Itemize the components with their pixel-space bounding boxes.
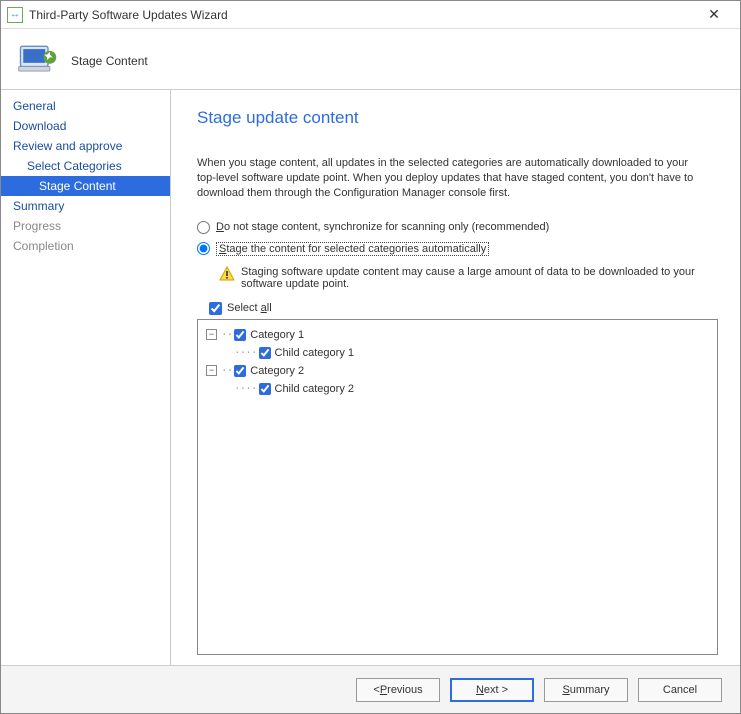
- tree-label-child1: Child category 1: [275, 347, 355, 359]
- collapse-icon[interactable]: −: [206, 329, 217, 340]
- nav-review-approve[interactable]: Review and approve: [1, 136, 170, 156]
- tree-connector: ··: [221, 328, 232, 341]
- app-icon: ↔: [7, 7, 23, 23]
- summary-button[interactable]: Summary: [544, 678, 628, 702]
- warning-icon: [219, 266, 235, 282]
- nav-progress: Progress: [1, 216, 170, 236]
- nav-stage-content[interactable]: Stage Content: [1, 176, 170, 196]
- window-title: Third-Party Software Updates Wizard: [29, 8, 694, 22]
- wizard-sidebar: General Download Review and approve Sele…: [1, 90, 171, 665]
- intro-text: When you stage content, all updates in t…: [197, 156, 707, 201]
- tree-label-child2: Child category 2: [275, 383, 355, 395]
- tree-checkbox-child2[interactable]: [259, 383, 271, 395]
- nav-completion: Completion: [1, 236, 170, 256]
- wizard-header: Stage Content: [1, 29, 740, 89]
- radio-stage-auto-label: Stage the content for selected categorie…: [216, 242, 489, 256]
- tree-connector: ····: [234, 346, 257, 359]
- tree-checkbox-child1[interactable]: [259, 347, 271, 359]
- tree-node-cat1[interactable]: − ·· Category 1: [206, 326, 709, 344]
- close-button[interactable]: ✕: [694, 1, 734, 29]
- wizard-body: General Download Review and approve Sele…: [1, 89, 740, 665]
- cancel-button[interactable]: Cancel: [638, 678, 722, 702]
- radio-stage-auto-input[interactable]: [197, 242, 210, 255]
- tree-connector: ··: [221, 364, 232, 377]
- tree-connector: ····: [234, 382, 257, 395]
- nav-general[interactable]: General: [1, 96, 170, 116]
- tree-node-child2[interactable]: ···· Child category 2: [234, 380, 709, 398]
- select-all-label: Select all: [227, 302, 272, 314]
- radio-do-not-stage-input[interactable]: [197, 221, 210, 234]
- tree-label-cat2: Category 2: [250, 365, 304, 377]
- select-all-row[interactable]: Select all: [209, 302, 718, 315]
- nav-summary[interactable]: Summary: [1, 196, 170, 216]
- wizard-footer: < Previous Next > Summary Cancel: [1, 665, 740, 713]
- computer-icon: [15, 39, 59, 83]
- warning-row: Staging software update content may caus…: [219, 266, 709, 290]
- header-label: Stage Content: [71, 54, 148, 68]
- tree-node-cat2[interactable]: − ·· Category 2: [206, 362, 709, 380]
- nav-select-categories[interactable]: Select Categories: [1, 156, 170, 176]
- category-tree[interactable]: − ·· Category 1 ···· Child category 1 − …: [197, 319, 718, 655]
- tree-label-cat1: Category 1: [250, 329, 304, 341]
- tree-node-child1[interactable]: ···· Child category 1: [234, 344, 709, 362]
- radio-do-not-stage[interactable]: Do not stage content, synchronize for sc…: [197, 221, 718, 234]
- tree-checkbox-cat1[interactable]: [234, 329, 246, 341]
- page-title: Stage update content: [197, 108, 718, 128]
- nav-download[interactable]: Download: [1, 116, 170, 136]
- next-button[interactable]: Next >: [450, 678, 534, 702]
- tree-checkbox-cat2[interactable]: [234, 365, 246, 377]
- radio-stage-auto[interactable]: Stage the content for selected categorie…: [197, 242, 718, 256]
- collapse-icon[interactable]: −: [206, 365, 217, 376]
- title-bar: ↔ Third-Party Software Updates Wizard ✕: [1, 1, 740, 29]
- wizard-content: Stage update content When you stage cont…: [171, 90, 740, 665]
- select-all-checkbox[interactable]: [209, 302, 222, 315]
- radio-do-not-stage-label: Do not stage content, synchronize for sc…: [216, 221, 549, 233]
- warning-text: Staging software update content may caus…: [241, 266, 709, 290]
- previous-button[interactable]: < Previous: [356, 678, 440, 702]
